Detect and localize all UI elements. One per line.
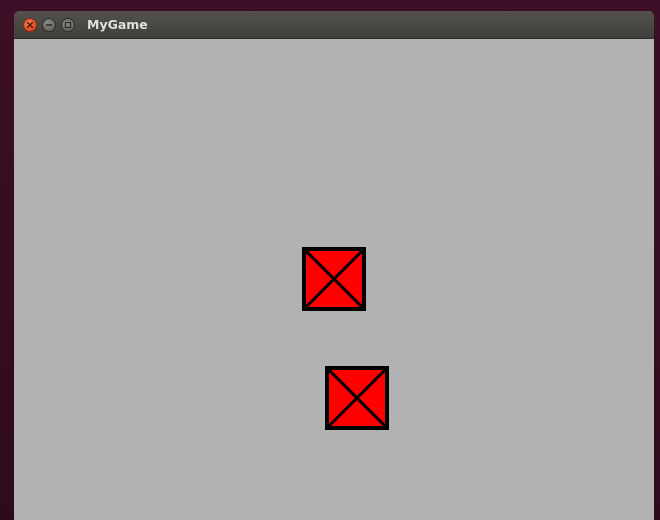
game-window: MyGame	[14, 11, 654, 520]
minimize-icon	[45, 24, 53, 26]
game-canvas[interactable]	[14, 39, 654, 520]
close-icon	[26, 21, 34, 29]
minimize-button[interactable]	[42, 18, 56, 32]
maximize-button[interactable]	[61, 18, 75, 32]
maximize-icon	[64, 21, 72, 29]
crate-sprite	[325, 366, 389, 430]
crate-sprite	[302, 247, 366, 311]
window-title: MyGame	[87, 17, 148, 32]
close-button[interactable]	[23, 18, 37, 32]
window-titlebar[interactable]: MyGame	[14, 11, 654, 39]
